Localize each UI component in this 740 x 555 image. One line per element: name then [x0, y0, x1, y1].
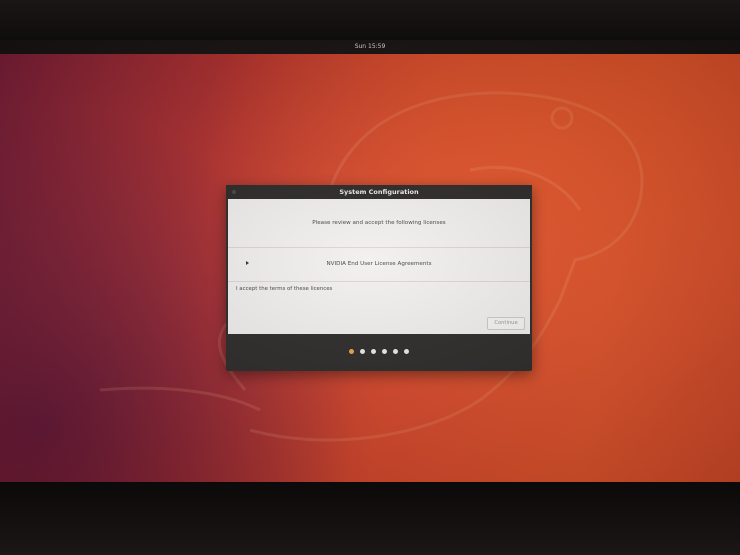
clock[interactable]: Sun 15:59 [355, 43, 386, 50]
progress-dot-5 [393, 348, 398, 354]
progress-dot-3 [371, 348, 376, 354]
photo-frame: Sun 15:59 System Configuration Please re… [0, 0, 740, 555]
progress-dot-6 [404, 348, 409, 354]
system-configuration-dialog: System Configuration Please review and a… [226, 185, 532, 371]
monitor-bezel-bottom [0, 482, 740, 555]
progress-dot-4 [382, 348, 387, 354]
license-list-item[interactable]: NVIDIA End User License Agreements [228, 247, 530, 282]
license-item-label: NVIDIA End User License Agreements [326, 261, 432, 267]
license-prompt: Please review and accept the following l… [228, 199, 530, 248]
accept-terms-label[interactable]: I accept the terms of these licences [236, 286, 332, 292]
window-control-icon[interactable] [232, 190, 236, 194]
monitor-bezel-top [0, 0, 740, 40]
progress-dots [226, 345, 532, 357]
dialog-body: Please review and accept the following l… [228, 199, 530, 334]
progress-dot-2 [360, 348, 365, 354]
dialog-title: System Configuration [339, 188, 419, 196]
progress-dot-1 [349, 348, 354, 354]
top-bar: Sun 15:59 [0, 40, 740, 54]
dialog-titlebar: System Configuration [226, 185, 532, 199]
continue-button[interactable]: Continue [487, 317, 525, 330]
expander-arrow-icon[interactable] [246, 261, 249, 265]
desktop-screen: Sun 15:59 System Configuration Please re… [0, 40, 740, 482]
